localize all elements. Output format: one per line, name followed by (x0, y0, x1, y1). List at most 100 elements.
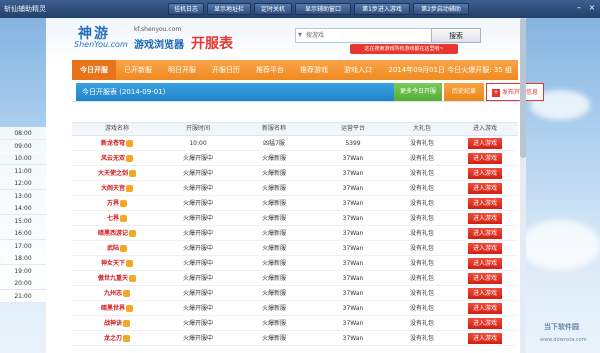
enter-game-button[interactable]: 进入游戏 (468, 168, 502, 179)
platform: 37Wan (342, 245, 364, 252)
enter-game-button[interactable]: 进入游戏 (468, 228, 502, 239)
plus-icon: + (491, 88, 500, 97)
slogan-server-list: 开服表 (191, 36, 233, 52)
tab-games[interactable]: 推荐游戏 (292, 60, 336, 80)
hot-icon (120, 200, 127, 207)
history-button[interactable]: 历史纪录 (444, 83, 484, 101)
platform: 37Wan (342, 200, 364, 207)
game-name-link[interactable]: 傲世九重天 (72, 271, 162, 286)
open-time: 火爆开服中 (182, 335, 213, 342)
enter-game-button[interactable]: 进入游戏 (468, 153, 502, 164)
game-name-link[interactable]: 龙之刃 (72, 331, 162, 346)
game-name-link[interactable]: 神女天下 (72, 256, 162, 271)
enter-game-button[interactable]: 进入游戏 (468, 138, 502, 149)
enter-game-button[interactable]: 进入游戏 (468, 243, 502, 254)
table-row: 龙之刃 火爆开服中 火爆新服 37Wan 没有礼包 进入游戏 (72, 331, 518, 346)
title-bar: 斩仙辅助精灵 挂机日志 显示地址栏 定时关机 显示辅助窗口 第1步进入游戏 第2… (0, 0, 600, 18)
table-row: 战神诀 火爆开服中 火爆新服 37Wan 没有礼包 进入游戏 (72, 316, 518, 331)
server-name: 火爆新服 (261, 275, 286, 282)
assist-window-button[interactable]: 显示辅助窗口 (295, 3, 351, 15)
enter-game-button[interactable]: 进入游戏 (468, 213, 502, 224)
enter-game-button[interactable]: 进入游戏 (468, 333, 502, 344)
scroll-thumb[interactable] (520, 18, 526, 158)
close-icon[interactable]: × (587, 3, 597, 13)
enter-game-button[interactable]: 进入游戏 (468, 303, 502, 314)
scrollbar[interactable] (520, 18, 526, 353)
hot-icon (129, 230, 136, 237)
col-enter: 进入游戏 (472, 125, 497, 132)
game-name-link[interactable]: 七界 (72, 211, 162, 226)
game-name-link[interactable]: 武陆 (72, 241, 162, 256)
platform: 5399 (345, 140, 361, 147)
minimize-icon[interactable]: – (574, 3, 584, 13)
game-name-link[interactable]: 战神诀 (72, 316, 162, 331)
enter-game-button[interactable]: 进入游戏 (468, 318, 502, 329)
open-time: 火爆开服中 (182, 230, 213, 237)
tab-game-entry[interactable]: 游戏入口 (336, 60, 380, 80)
gift: 没有礼包 (409, 290, 434, 297)
game-name-link[interactable]: 大闹天宫 (72, 181, 162, 196)
game-name-link[interactable]: 风云无双 (72, 151, 162, 166)
game-name-link[interactable]: 暗黑世界 (72, 301, 162, 316)
gift: 没有礼包 (409, 245, 434, 252)
header: 神游 ShenYou.com kf.shenyou.com 游戏浏览器 开服表 … (46, 18, 520, 60)
game-name-link[interactable]: 新龙苍穹 (72, 136, 162, 151)
game-name-link[interactable]: 九州志 (72, 286, 162, 301)
hot-icon (129, 275, 136, 282)
site-url: kf.shenyou.com (134, 26, 182, 33)
address-bar-button[interactable]: 显示地址栏 (207, 3, 251, 15)
table-row: 新龙苍穹 10:00 凶猛7服 5399 没有礼包 进入游戏 (72, 136, 518, 151)
time-column: 08:00 09:00 10:00 11:00 12:00 13:00 14:00 15:00… (0, 127, 46, 303)
enter-game-button[interactable]: 进入游戏 (468, 288, 502, 299)
time-slot: 20:00 (0, 277, 46, 290)
game-name-link[interactable]: 万界 (72, 196, 162, 211)
platform: 37Wan (342, 290, 364, 297)
table-row: 万界 火爆开服中 火爆新服 37Wan 没有礼包 进入游戏 (72, 196, 518, 211)
tab-platforms[interactable]: 推荐平台 (248, 60, 292, 80)
publish-button[interactable]: +发布开服信息 (486, 83, 544, 101)
step2-start-assist-button[interactable]: 第2步启动辅助 (413, 3, 469, 15)
game-name-link[interactable]: 大天使之剑 (72, 166, 162, 181)
open-time: 火爆开服中 (182, 290, 213, 297)
server-name: 火爆新服 (261, 260, 286, 267)
step1-enter-game-button[interactable]: 第1步进入游戏 (354, 3, 410, 15)
col-game: 游戏名称 (104, 125, 129, 132)
server-name: 火爆新服 (261, 155, 286, 162)
tab-calendar[interactable]: 开服日历 (204, 60, 248, 80)
server-name: 凶猛7服 (263, 140, 285, 147)
tab-today-open[interactable]: 今日开服 (72, 60, 116, 80)
gift: 没有礼包 (409, 230, 434, 237)
enter-game-button[interactable]: 进入游戏 (468, 258, 502, 269)
tab-tomorrow[interactable]: 明日开服 (160, 60, 204, 80)
watermark-url: www.downxia.com (540, 337, 587, 343)
platform: 37Wan (342, 260, 364, 267)
table-row: 傲世九重天 火爆开服中 火爆新服 37Wan 没有礼包 进入游戏 (72, 271, 518, 286)
platform: 37Wan (342, 155, 364, 162)
hot-icon (126, 155, 133, 162)
enter-game-button[interactable]: 进入游戏 (468, 273, 502, 284)
table-row: 大闹天宫 火爆开服中 火爆新服 37Wan 没有礼包 进入游戏 (72, 181, 518, 196)
gift: 没有礼包 (409, 140, 434, 147)
open-time: 火爆开服中 (182, 215, 213, 222)
search-icon: ▾ (298, 30, 303, 39)
table-body: 新龙苍穹 10:00 凶猛7服 5399 没有礼包 进入游戏 风云无双 火爆开服中 火爆新服 37… (72, 136, 518, 353)
tab-opened[interactable]: 已开新服 (116, 60, 160, 80)
time-slot: 09:00 (0, 139, 46, 153)
server-name: 火爆新服 (261, 215, 286, 222)
enter-game-button[interactable]: 进入游戏 (468, 198, 502, 209)
search-input[interactable] (306, 30, 430, 41)
hot-icon (123, 320, 130, 327)
col-gift: 大礼包 (412, 125, 431, 132)
game-name-link[interactable]: 暗黑西游记 (72, 226, 162, 241)
enter-game-button[interactable]: 进入游戏 (468, 183, 502, 194)
log-button[interactable]: 挂机日志 (168, 3, 204, 15)
more-today-button[interactable]: 更多今日开服 (394, 83, 442, 101)
hot-icon (123, 290, 130, 297)
gift: 没有礼包 (409, 170, 434, 177)
platform: 37Wan (342, 305, 364, 312)
search-button[interactable]: 搜索 (431, 28, 481, 43)
server-name: 火爆新服 (261, 230, 286, 237)
time-slot: 11:00 (0, 164, 46, 178)
table-row: 大天使之剑 火爆开服中 火爆新服 37Wan 没有礼包 进入游戏 (72, 166, 518, 181)
timer-shutdown-button[interactable]: 定时关机 (254, 3, 292, 15)
